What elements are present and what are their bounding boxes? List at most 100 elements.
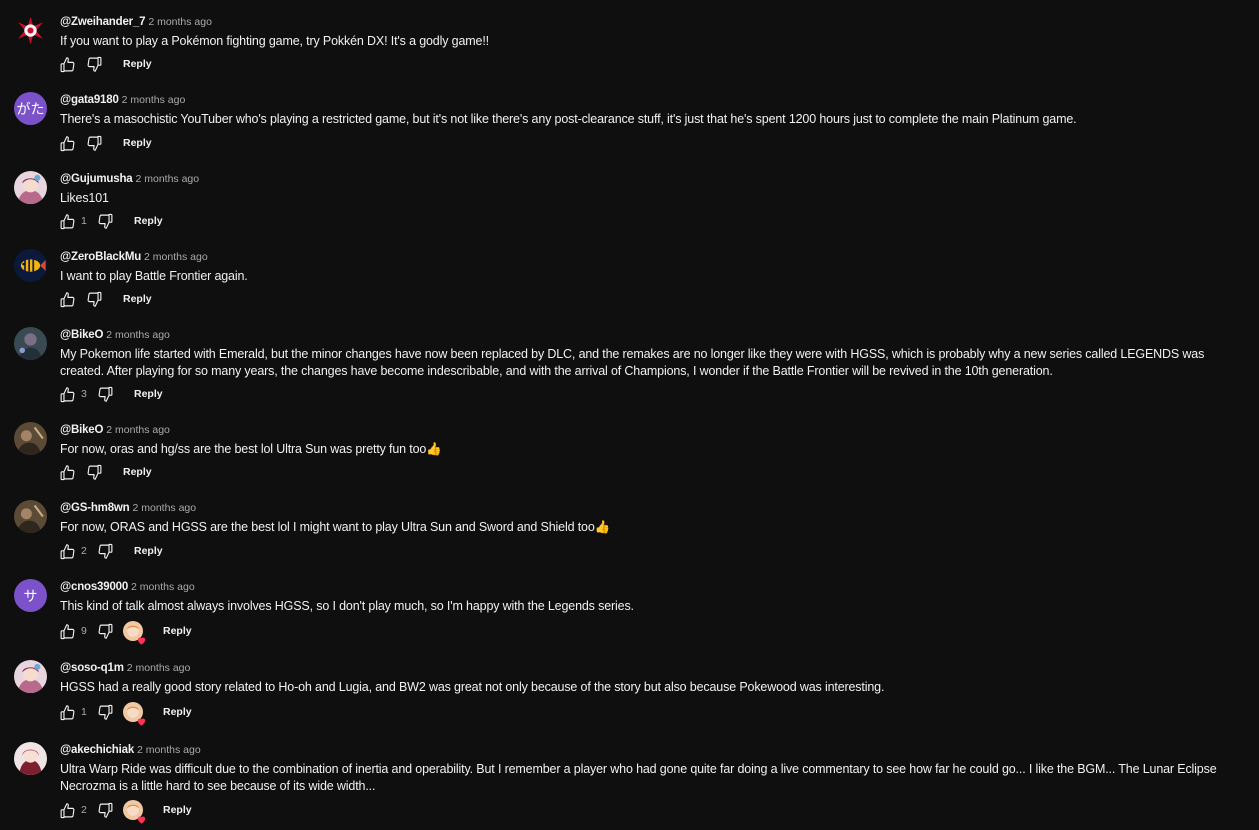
like-count: 9 [81,625,87,637]
like-icon[interactable] [58,463,76,481]
anime-girl-avatar[interactable] [14,742,47,775]
heart-icon [136,633,147,645]
heart-icon [136,812,147,824]
comment-header: @GS-hm8wn 2 months ago [60,500,1247,514]
dislike-icon[interactable] [96,212,114,230]
comment-timestamp[interactable]: 2 months ago [144,251,208,263]
anime-avatar[interactable] [14,660,47,693]
comment-timestamp[interactable]: 2 months ago [122,94,186,106]
comment-body: @Zweihander_7 2 months ago If you want to … [60,14,1247,50]
author-name[interactable]: @akechichiak [60,744,134,756]
comment-header: @akechichiak 2 months ago [60,742,1247,756]
comments-section: @Zweihander_7 2 months ago If you want to … [0,0,1259,824]
like-icon[interactable] [58,801,76,819]
creator-heart-badge [123,800,146,824]
comment-timestamp[interactable]: 2 months ago [127,662,191,674]
author-name[interactable]: @cnos39000 [60,581,128,593]
like-icon[interactable] [58,542,76,560]
author-name[interactable]: @Gujumusha [60,173,133,185]
comment-header: @ZeroBlackMu 2 months ago [60,249,1247,263]
comment-actions: Reply [58,289,152,309]
avatar-letter: がた [16,101,45,118]
comment-text: My Pokemon life started with Emerald, bu… [60,347,1205,378]
author-name[interactable]: @BikeO [60,329,103,341]
reply-button[interactable]: Reply [134,215,163,227]
like-icon[interactable] [58,703,76,721]
reply-button[interactable]: Reply [123,293,152,305]
comment-body: @akechichiak 2 months ago Ultra Warp Ride … [60,742,1247,795]
like-count: 2 [81,545,87,557]
like-icon[interactable] [58,385,76,403]
dislike-icon[interactable] [85,134,103,152]
comment-actions: Reply [58,133,152,153]
dislike-icon[interactable] [96,542,114,560]
reply-button[interactable]: Reply [163,804,192,816]
comment-timestamp[interactable]: 2 months ago [132,502,196,514]
comment-actions: Reply [58,462,152,482]
author-name[interactable]: @GS-hm8wn [60,502,130,514]
author-name[interactable]: @ZeroBlackMu [60,251,141,263]
comment-text: HGSS had a really good story related to … [60,680,885,694]
brown-photo-avatar[interactable] [14,500,47,533]
dislike-icon[interactable] [85,290,103,308]
comment-timestamp[interactable]: 2 months ago [148,16,212,28]
author-name[interactable]: @BikeO [60,424,103,436]
comment-timestamp[interactable]: 2 months ago [137,744,201,756]
comment-body: @cnos39000 2 months ago This kind of talk … [60,579,1247,615]
dislike-icon[interactable] [85,463,103,481]
like-icon[interactable] [58,290,76,308]
dislike-icon[interactable] [96,622,114,640]
reply-button[interactable]: Reply [123,466,152,478]
comment-text: There's a masochistic YouTuber who's pla… [60,112,1077,126]
like-icon[interactable] [58,55,76,73]
comment-text: If you want to play a Pokémon fighting g… [60,34,489,48]
reply-button[interactable]: Reply [123,137,152,149]
dislike-icon[interactable] [96,385,114,403]
comment-actions: 3 Reply [58,384,163,404]
comment-text: This kind of talk almost always involves… [60,599,634,613]
author-name[interactable]: @soso-q1m [60,662,124,674]
comment-body: @Gujumusha 2 months ago Likes101 [60,171,1247,207]
comment-body: @ZeroBlackMu 2 months ago I want to play B… [60,249,1247,285]
reply-button[interactable]: Reply [163,706,192,718]
heart-icon [136,714,147,726]
author-name[interactable]: @gata9180 [60,94,119,106]
comment-text: For now, ORAS and HGSS are the best lol … [60,520,611,534]
comment-body: @BikeO 2 months ago My Pokemon life starte… [60,327,1247,380]
like-count: 2 [81,804,87,816]
comment-header: @gata9180 2 months ago [60,92,1247,106]
comment-text: Likes101 [60,191,109,205]
fish-avatar[interactable] [14,249,47,282]
dislike-icon[interactable] [96,801,114,819]
author-avatar[interactable]: がた [14,92,47,125]
anime-avatar[interactable] [14,171,47,204]
dislike-icon[interactable] [96,703,114,721]
comment-actions: 2 Reply [58,541,163,561]
comment-header: @Gujumusha 2 months ago [60,171,1247,185]
comment-timestamp[interactable]: 2 months ago [135,173,199,185]
like-icon[interactable] [58,212,76,230]
brown-photo-avatar[interactable] [14,422,47,455]
reply-button[interactable]: Reply [123,58,152,70]
reply-button[interactable]: Reply [163,625,192,637]
avatar-letter: サ [23,588,38,605]
author-avatar[interactable]: サ [14,579,47,612]
like-icon[interactable] [58,134,76,152]
comment-timestamp[interactable]: 2 months ago [106,329,170,341]
comment-timestamp[interactable]: 2 months ago [131,581,195,593]
dark-figure-avatar[interactable] [14,327,47,360]
red-emblem-avatar[interactable] [14,14,47,47]
comment-header: @BikeO 2 months ago [60,422,1247,436]
comment-header: @Zweihander_7 2 months ago [60,14,1247,28]
creator-heart-badge [123,621,146,645]
comment-body: @GS-hm8wn 2 months ago For now, ORAS and H… [60,500,1247,536]
comment-actions: 2 Reply [58,800,192,824]
like-count: 1 [81,706,87,718]
comment-timestamp[interactable]: 2 months ago [106,424,170,436]
dislike-icon[interactable] [85,55,103,73]
like-icon[interactable] [58,622,76,640]
author-name[interactable]: @Zweihander_7 [60,16,146,28]
reply-button[interactable]: Reply [134,545,163,557]
reply-button[interactable]: Reply [134,388,163,400]
comment-body: @BikeO 2 months ago For now, oras and hg/s… [60,422,1247,458]
